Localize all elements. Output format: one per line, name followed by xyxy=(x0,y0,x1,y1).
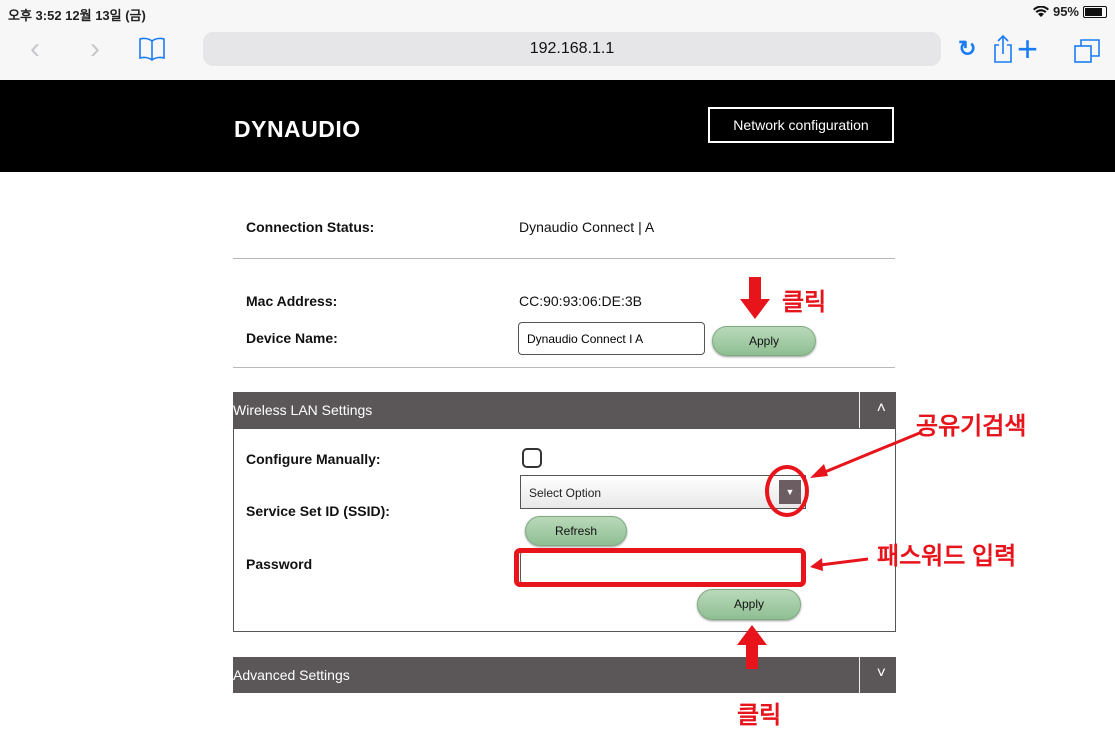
arrow-up-icon xyxy=(737,625,767,669)
arrow-left-icon xyxy=(810,557,869,571)
device-name-label: Device Name: xyxy=(246,330,338,346)
mac-address-label: Mac Address: xyxy=(246,293,338,309)
bookmarks-icon[interactable] xyxy=(138,37,166,61)
divider xyxy=(859,657,860,693)
wireless-lan-header[interactable]: Wireless LAN Settings ˄ xyxy=(233,392,896,428)
device-name-input[interactable] xyxy=(518,322,705,355)
annotation-circle xyxy=(765,465,809,517)
reload-icon[interactable]: ↻ xyxy=(958,36,976,62)
annotation-password-input: 패스워드 입력 xyxy=(877,543,1017,570)
battery-percent: 95% xyxy=(1052,4,1079,19)
chevron-down-icon[interactable]: ˅ xyxy=(877,665,886,683)
tabs-icon[interactable] xyxy=(1073,38,1101,64)
wireless-apply-button[interactable]: Apply xyxy=(697,589,801,620)
battery-fill xyxy=(1085,7,1103,16)
arrow-diagonal-icon xyxy=(810,430,923,478)
ssid-label: Service Set ID (SSID): xyxy=(246,503,390,519)
ssid-select-value: Select Option xyxy=(529,486,602,500)
annotation-password-box xyxy=(514,548,806,587)
mac-address-value: CC:90:93:06:DE:3B xyxy=(519,293,642,309)
password-label: Password xyxy=(246,556,313,572)
status-bar: 오후 3:52 12월 13일 (금) 95% xyxy=(0,0,1115,24)
page-header: DYNAUDIO Network configuration xyxy=(0,80,1115,172)
divider xyxy=(233,367,895,368)
address-bar[interactable]: 192.168.1.1 xyxy=(203,32,941,66)
arrow-down-icon xyxy=(740,277,770,319)
advanced-settings-header[interactable]: Advanced Settings ˅ xyxy=(233,657,896,693)
refresh-button[interactable]: Refresh xyxy=(525,516,627,546)
connection-status-value: Dynaudio Connect | A xyxy=(519,219,655,235)
forward-icon[interactable]: › xyxy=(90,34,100,64)
back-icon[interactable]: ‹ xyxy=(30,34,40,64)
annotation-click-bottom: 클릭 xyxy=(737,702,782,729)
divider xyxy=(859,392,860,428)
wireless-lan-title: Wireless LAN Settings xyxy=(233,402,373,418)
new-tab-icon[interactable]: + xyxy=(1017,28,1038,70)
advanced-settings-title: Advanced Settings xyxy=(233,667,350,683)
configure-manually-label: Configure Manually: xyxy=(246,451,381,467)
configure-manually-checkbox[interactable] xyxy=(522,448,542,468)
network-configuration-button[interactable]: Network configuration xyxy=(708,107,894,143)
connection-status-label: Connection Status: xyxy=(246,219,375,235)
ssid-select[interactable]: Select Option ▼ xyxy=(520,475,806,509)
device-apply-button[interactable]: Apply xyxy=(712,326,816,356)
wifi-icon xyxy=(1032,5,1049,17)
annotation-search-router: 공유기검색 xyxy=(916,413,1027,440)
annotation-click-top: 클릭 xyxy=(782,289,827,316)
url-text: 192.168.1.1 xyxy=(529,40,615,57)
chevron-up-icon[interactable]: ˄ xyxy=(877,400,886,418)
status-right: 95% xyxy=(1032,4,1107,19)
browser-toolbar: ‹ › 192.168.1.1 ↻ + xyxy=(0,24,1115,81)
status-time: 오후 3:52 12월 13일 (금) xyxy=(8,8,146,23)
battery-icon xyxy=(1083,5,1107,18)
share-icon[interactable] xyxy=(992,34,1014,64)
dynaudio-logo: DYNAUDIO xyxy=(234,116,361,142)
divider xyxy=(233,258,895,259)
